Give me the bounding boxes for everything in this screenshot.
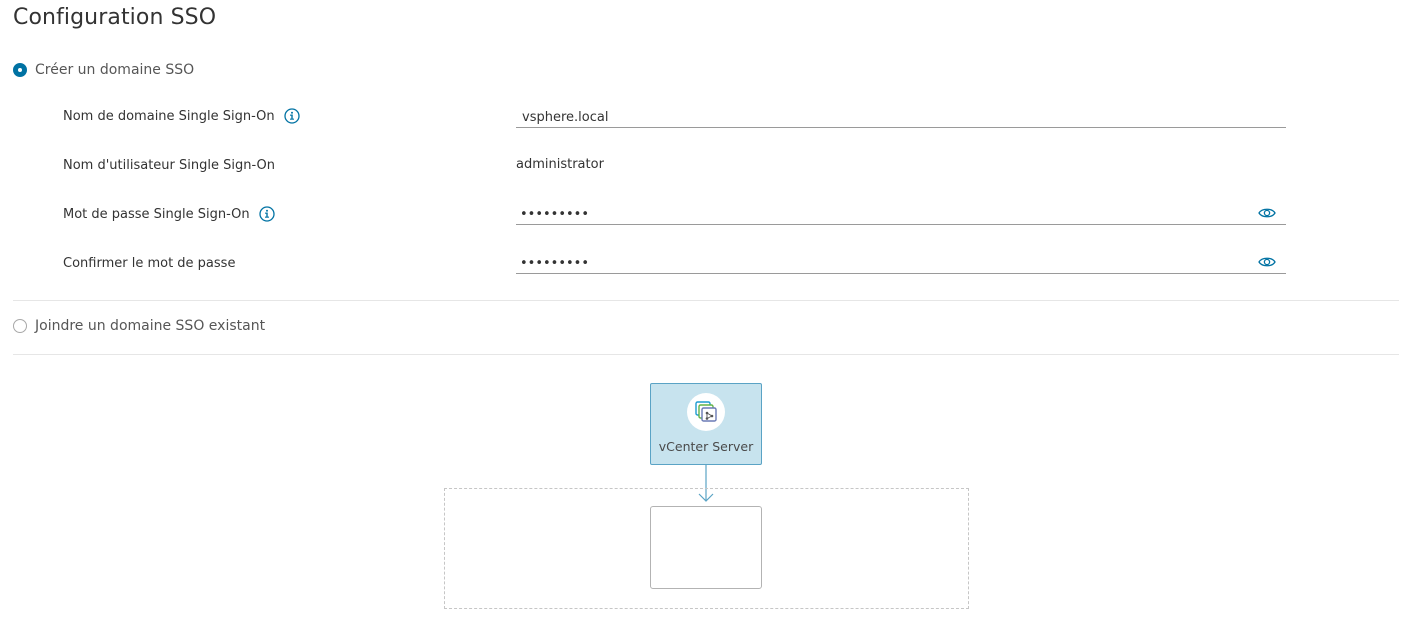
domain-name-label-row: Nom de domaine Single Sign-On [63, 106, 300, 126]
vcenter-icon [695, 401, 717, 422]
domain-name-field[interactable] [516, 106, 1286, 128]
join-sso-domain-radio[interactable] [13, 319, 27, 333]
section-divider [13, 300, 1399, 301]
eye-icon[interactable] [1258, 206, 1276, 220]
confirm-password-label: Confirmer le mot de passe [63, 255, 236, 271]
section-divider [13, 354, 1399, 355]
vcenter-server-label: vCenter Server [658, 439, 754, 454]
vcenter-icon-badge [687, 393, 725, 431]
eye-icon[interactable] [1258, 255, 1276, 269]
empty-node-placeholder [650, 506, 762, 589]
confirm-password-input[interactable] [516, 253, 1240, 274]
username-label-row: Nom d'utilisateur Single Sign-On [63, 155, 275, 175]
username-label: Nom d'utilisateur Single Sign-On [63, 157, 275, 173]
domain-name-label: Nom de domaine Single Sign-On [63, 108, 275, 124]
info-icon[interactable] [259, 206, 275, 222]
join-sso-domain-option[interactable]: Joindre un domaine SSO existant [13, 318, 265, 334]
create-sso-domain-option[interactable]: Créer un domaine SSO [13, 62, 194, 78]
join-sso-domain-label[interactable]: Joindre un domaine SSO existant [35, 318, 265, 334]
confirm-password-label-row: Confirmer le mot de passe [63, 253, 235, 273]
password-label-row: Mot de passe Single Sign-On [63, 204, 275, 224]
password-label: Mot de passe Single Sign-On [63, 206, 250, 222]
confirm-password-field[interactable] [516, 252, 1286, 274]
page-title: Configuration SSO [13, 5, 217, 30]
info-icon[interactable] [284, 108, 300, 124]
domain-name-input[interactable] [516, 107, 1242, 128]
password-input[interactable] [516, 204, 1240, 225]
username-value: administrator [516, 157, 604, 172]
create-sso-domain-radio[interactable] [13, 63, 27, 77]
password-field[interactable] [516, 203, 1286, 225]
create-sso-domain-label[interactable]: Créer un domaine SSO [35, 62, 194, 78]
vcenter-server-node: vCenter Server [650, 383, 762, 465]
